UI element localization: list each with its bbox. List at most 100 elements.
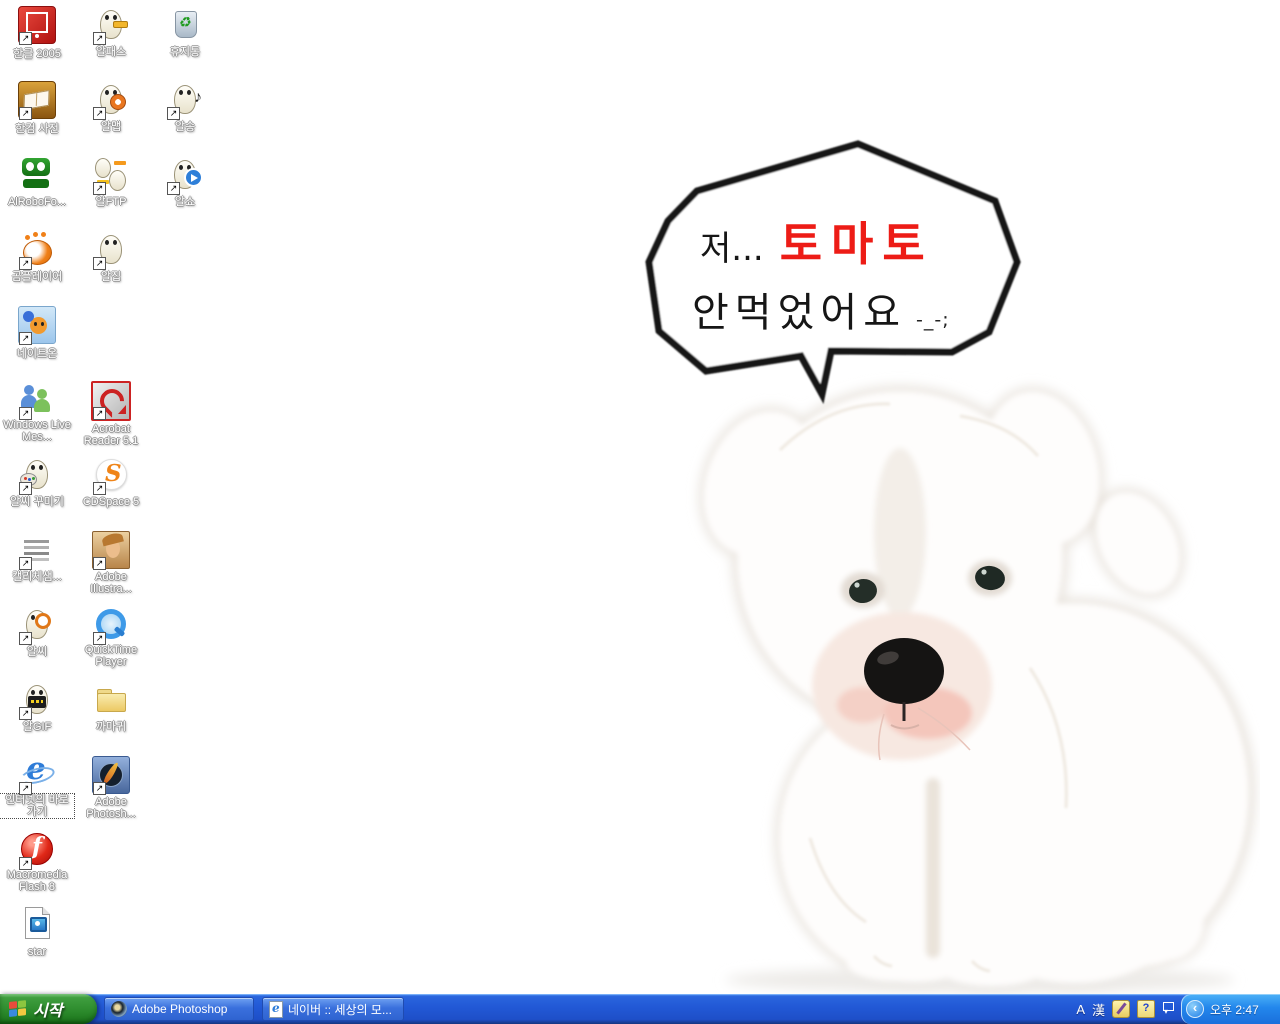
- desktop-icon-airoboform[interactable]: AlRoboFo...: [0, 156, 74, 210]
- desktop-icon-adobe-photoshop[interactable]: Adobe Photosh...: [74, 756, 148, 822]
- bubble-tomato-word: 토마토: [780, 217, 934, 271]
- desktop-icon-label: 인터넷의 바로 가기: [0, 794, 74, 818]
- desktop-icon-label: AlRoboFo...: [6, 196, 68, 208]
- desktop-icon-image: [167, 6, 203, 42]
- language-bar-options-icon[interactable]: [1162, 1001, 1175, 1017]
- shortcut-arrow-icon: [93, 632, 106, 645]
- desktop-icon-alzip[interactable]: 알집: [74, 231, 148, 285]
- shortcut-arrow-icon: [19, 482, 32, 495]
- desktop-icon-label: 한글 2005: [11, 48, 63, 60]
- taskbar: 시작 Adobe Photoshop 네이버 :: 세상의 모... A 漢 오…: [0, 994, 1280, 1024]
- task-app-icon: [269, 1001, 283, 1018]
- desktop-icon-image: [93, 681, 129, 717]
- notification-area: 오후 2:47: [1181, 994, 1280, 1024]
- desktop-icon-image: [19, 906, 55, 942]
- desktop-icon-calligraphy-font-sample[interactable]: 캘리체샘...: [0, 531, 74, 585]
- puppy-photo: [660, 368, 1260, 995]
- desktop-icon-label: 곰플레이어: [10, 271, 65, 283]
- desktop-icon-label: QuickTime Player: [74, 644, 148, 668]
- desktop-icon-recycle-bin[interactable]: 휴지통: [148, 6, 222, 60]
- desktop-icon-nateon[interactable]: 네이트온: [0, 306, 74, 362]
- language-bar: A 漢: [1076, 1000, 1175, 1019]
- desktop-icon-alsee-deco[interactable]: 알씨 꾸미기: [0, 456, 74, 510]
- desktop-icon-label: 알집: [99, 271, 123, 283]
- taskbar-task-adobe-photoshop[interactable]: Adobe Photoshop: [104, 997, 254, 1021]
- desktop-icon-label: Acrobat Reader 5.1: [74, 423, 148, 447]
- desktop-icon-kkamagwi-folder[interactable]: 까마귀: [74, 681, 148, 735]
- shortcut-arrow-icon: [19, 257, 32, 270]
- shortcut-arrow-icon: [93, 782, 106, 795]
- shortcut-arrow-icon: [93, 182, 106, 195]
- desktop-icon-label: 까마귀: [94, 721, 128, 733]
- desktop-icon-label: Macromedia Flash 8: [0, 869, 74, 893]
- shortcut-arrow-icon: [19, 857, 32, 870]
- shortcut-arrow-icon: [19, 32, 32, 45]
- desktop-icon-alsong[interactable]: 알송: [148, 81, 222, 135]
- desktop-icon-gomplayer[interactable]: 곰플레이어: [0, 231, 74, 285]
- speech-bubble: 저...토마토 안먹었어요-_-;: [640, 138, 1040, 408]
- desktop-icon-label: 알GIF: [21, 721, 53, 733]
- start-button-label: 시작: [33, 997, 62, 1021]
- desktop-icon-label: Adobe Illustra...: [74, 571, 148, 595]
- desktop-icon-image: [19, 156, 55, 192]
- desktop-icon-quicktime-player[interactable]: QuickTime Player: [74, 606, 148, 670]
- desktop-icon-alshow[interactable]: 알쇼: [148, 156, 222, 210]
- start-button[interactable]: 시작: [0, 994, 97, 1024]
- desktop-icon-alsee[interactable]: 알씨: [0, 606, 74, 660]
- ime-english-mode-indicator[interactable]: A: [1076, 1002, 1085, 1017]
- taskbar-clock[interactable]: 오후 2:47: [1210, 1001, 1259, 1018]
- desktop-icon-acrobat-reader-51[interactable]: Acrobat Reader 5.1: [74, 381, 148, 449]
- shortcut-arrow-icon: [19, 107, 32, 120]
- desktop-icon-label: Windows Live Mes...: [0, 419, 74, 443]
- desktop-icon-label: 알FTP: [94, 196, 129, 208]
- shortcut-arrow-icon: [93, 482, 106, 495]
- task-label: 네이버 :: 세상의 모...: [288, 1001, 392, 1018]
- desktop-icon-alftp[interactable]: 알FTP: [74, 156, 148, 210]
- shortcut-arrow-icon: [93, 257, 106, 270]
- desktop-icon-label: star: [26, 946, 48, 958]
- desktop-icon-almap[interactable]: 알맵: [74, 81, 148, 135]
- bubble-line-1: 저...토마토: [700, 208, 934, 274]
- task-label: Adobe Photoshop: [132, 1002, 227, 1016]
- desktop-icon-label: 네이트온: [15, 348, 59, 360]
- shortcut-arrow-icon: [19, 782, 32, 795]
- shortcut-arrow-icon: [93, 107, 106, 120]
- desktop-icon-adobe-illustrator[interactable]: Adobe Illustra...: [74, 531, 148, 597]
- shortcut-arrow-icon: [93, 557, 106, 570]
- shortcut-arrow-icon: [19, 707, 32, 720]
- desktop-icon-macromedia-flash-8[interactable]: Macromedia Flash 8: [0, 831, 74, 895]
- windows-logo-icon: [9, 1000, 27, 1018]
- desktop-icon-label: 휴지통: [168, 46, 202, 58]
- desktop-icon-label: 알패스: [94, 46, 128, 58]
- desktop-icon-star-file[interactable]: star: [0, 906, 74, 960]
- shortcut-arrow-icon: [93, 407, 106, 420]
- desktop-icon-label: 알씨: [25, 646, 49, 658]
- shortcut-arrow-icon: [167, 182, 180, 195]
- ime-pad-icon[interactable]: [1112, 1000, 1130, 1018]
- shortcut-arrow-icon: [19, 557, 32, 570]
- shortcut-arrow-icon: [93, 32, 106, 45]
- desktop[interactable]: 저...토마토 안먹었어요-_-; 한글 2005 알패스 휴지통: [0, 0, 1280, 994]
- shortcut-arrow-icon: [19, 332, 32, 345]
- ime-hanja-indicator[interactable]: 漢: [1092, 1000, 1105, 1019]
- hide-inactive-icons-chevron-button[interactable]: [1186, 1000, 1204, 1018]
- desktop-icon-internet-shortcut[interactable]: 인터넷의 바로 가기: [0, 756, 74, 820]
- desktop-icon-label: 알씨 꾸미기: [8, 496, 66, 508]
- desktop-icon-label: 알맵: [99, 121, 123, 133]
- desktop-icon-alpass[interactable]: 알패스: [74, 6, 148, 60]
- desktop-icon-label: CDSpace 5: [81, 496, 141, 508]
- desktop-icon-label: 알송: [173, 121, 197, 133]
- desktop-icon-windows-live-messenger[interactable]: Windows Live Mes...: [0, 381, 74, 445]
- desktop-icon-hancom-dictionary[interactable]: 한컴 사전: [0, 81, 74, 137]
- desktop-icon-label: 캘리체샘...: [10, 571, 64, 583]
- shortcut-arrow-icon: [19, 632, 32, 645]
- desktop-icon-cdspace-5[interactable]: CDSpace 5: [74, 456, 148, 510]
- desktop-icon-hangul-2005[interactable]: 한글 2005: [0, 6, 74, 62]
- desktop-icon-label: 알쇼: [173, 196, 197, 208]
- bubble-emoticon: -_-;: [916, 309, 950, 331]
- desktop-icon-label: Adobe Photosh...: [74, 796, 148, 820]
- ime-help-icon[interactable]: [1137, 1000, 1155, 1018]
- taskbar-task-naver-internet-explorer[interactable]: 네이버 :: 세상의 모...: [262, 997, 404, 1021]
- desktop-icon-algif[interactable]: 알GIF: [0, 681, 74, 735]
- desktop-icon-label: 한컴 사전: [13, 123, 61, 135]
